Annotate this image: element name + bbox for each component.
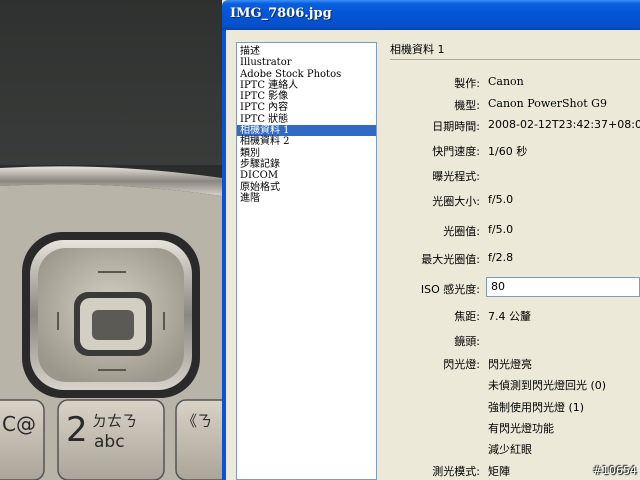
make-value: Canon: [488, 75, 524, 88]
fnumber-label: 光圈值:: [443, 225, 480, 238]
row-focal-length: 焦距: 7.4 公釐: [382, 307, 640, 325]
key-legend-star: C@: [2, 412, 36, 436]
category-item-camera-data-2[interactable]: 相機資料 2: [237, 136, 376, 147]
row-flash-function: 有閃光燈功能: [382, 419, 640, 437]
focal-length-label: 焦距:: [454, 310, 480, 323]
model-value: Canon PowerShot G9: [488, 97, 607, 110]
aperture-value: f/5.0: [488, 193, 514, 206]
row-flash-redeye: 減少紅眼: [382, 440, 640, 458]
metering-label: 測光模式:: [432, 465, 480, 478]
phone-keypad-photo: [0, 0, 222, 480]
make-label: 製作:: [454, 77, 480, 90]
window-title: IMG_7806.jpg: [230, 6, 332, 21]
key-legend-zhuyin: ㄉㄊㄋ: [92, 412, 138, 430]
datetime-value: 2008-02-12T23:42:37+08:00: [488, 118, 640, 131]
key-legend-abc: abc: [94, 432, 125, 452]
category-list[interactable]: 描述 Illustrator Adobe Stock Photos IPTC 連…: [236, 42, 377, 480]
heading-divider: [390, 59, 640, 60]
aperture-label: 光圈大小:: [432, 195, 480, 208]
flash-line-redeye: 減少紅眼: [488, 443, 532, 456]
exposure-program-label: 曝光程式:: [432, 170, 480, 183]
row-exposure-program: 曝光程式:: [382, 167, 640, 185]
row-flash-return: 未偵測到閃光燈回光 (0): [382, 376, 640, 394]
flash-label: 閃光燈:: [443, 358, 480, 371]
row-make: 製作: Canon: [382, 74, 640, 92]
category-item-advanced[interactable]: 進階: [237, 193, 376, 204]
flash-line-fired: 閃光燈亮: [488, 358, 532, 371]
file-info-dialog: IMG_7806.jpg 描述 Illustrator Adobe Stock …: [222, 0, 640, 480]
shutter-value: 1/60 秒: [488, 145, 528, 158]
row-datetime: 日期時間: 2008-02-12T23:42:37+08:00: [382, 117, 640, 135]
category-item-iptc-image[interactable]: IPTC 影像: [237, 91, 376, 102]
row-shutter: 快門速度: 1/60 秒: [382, 142, 640, 160]
metering-value: 矩陣: [488, 465, 510, 478]
category-item-description[interactable]: 描述: [237, 46, 376, 57]
lens-label: 鏡頭:: [454, 335, 480, 348]
flash-line-mode: 強制使用閃光燈 (1): [488, 401, 585, 414]
category-item-categories[interactable]: 類別: [237, 148, 376, 159]
row-fnumber: 光圈值: f/5.0: [382, 222, 640, 240]
category-item-dicom[interactable]: DICOM: [237, 170, 376, 181]
category-item-iptc-status[interactable]: IPTC 狀態: [237, 114, 376, 125]
category-item-adobe-stock-photos[interactable]: Adobe Stock Photos: [237, 69, 376, 80]
row-flash-mode: 強制使用閃光燈 (1): [382, 398, 640, 416]
key-legend-2: 2: [66, 410, 88, 450]
fnumber-value: f/5.0: [488, 223, 514, 236]
model-label: 機型:: [454, 99, 480, 112]
datetime-label: 日期時間:: [432, 120, 480, 133]
max-aperture-value: f/2.8: [488, 251, 514, 264]
row-aperture: 光圈大小: f/5.0: [382, 192, 640, 210]
shutter-label: 快門速度:: [432, 145, 480, 158]
row-lens: 鏡頭:: [382, 332, 640, 350]
row-max-aperture: 最大光圈值: f/2.8: [382, 250, 640, 268]
watermark: #10654: [592, 464, 637, 477]
row-flash: 閃光燈: 閃光燈亮: [382, 355, 640, 373]
panel-heading: 相機資料 1: [390, 43, 445, 56]
iso-input[interactable]: 80: [486, 277, 640, 297]
flash-line-function: 有閃光燈功能: [488, 422, 554, 435]
background-photo: C@ 2 ㄉㄊㄋ abc 《ㄋ: [0, 0, 222, 480]
row-iso: ISO 感光度: 80: [382, 277, 640, 298]
window-frame: [222, 30, 226, 480]
category-item-camera-data-1[interactable]: 相機資料 1: [237, 125, 376, 137]
category-item-iptc-content[interactable]: IPTC 內容: [237, 102, 376, 113]
row-model: 機型: Canon PowerShot G9: [382, 96, 640, 114]
iso-label: ISO 感光度:: [420, 283, 480, 296]
focal-length-value: 7.4 公釐: [488, 310, 531, 323]
camera-data-panel: 相機資料 1 製作: Canon 機型: Canon PowerShot G9 …: [382, 30, 640, 480]
max-aperture-label: 最大光圈值:: [421, 253, 480, 266]
key-legend-right: 《ㄋ: [182, 412, 213, 430]
flash-line-return: 未偵測到閃光燈回光 (0): [488, 379, 607, 392]
category-item-iptc-contact[interactable]: IPTC 連絡人: [237, 80, 376, 91]
category-item-illustrator[interactable]: Illustrator: [237, 57, 376, 68]
category-item-raw-format[interactable]: 原始格式: [237, 182, 376, 193]
title-bar[interactable]: IMG_7806.jpg: [222, 0, 640, 30]
category-item-history[interactable]: 步驟記錄: [237, 159, 376, 170]
